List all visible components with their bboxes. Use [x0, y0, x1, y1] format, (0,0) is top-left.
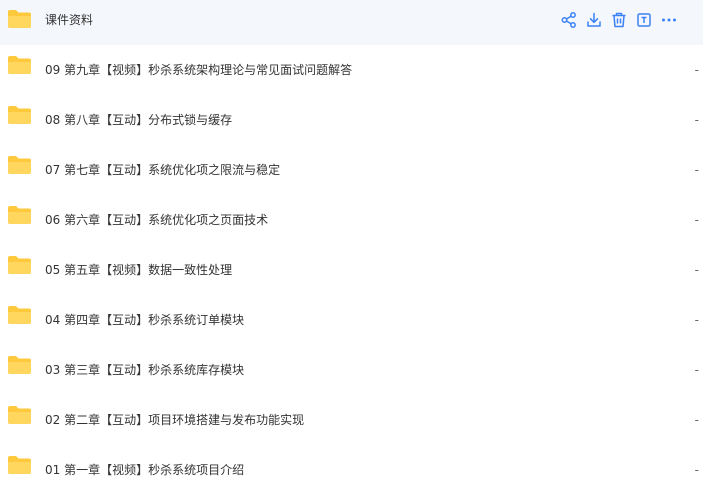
- file-row[interactable]: 04 第四章【互动】秒杀系统订单模块 -: [0, 295, 703, 345]
- folder-icon: [8, 256, 31, 274]
- file-name: 08 第八章【互动】分布式锁与缓存: [45, 113, 233, 127]
- file-row-selected[interactable]: 课件资料: [0, 0, 703, 45]
- folder-icon: [8, 206, 31, 224]
- folder-icon: [8, 456, 31, 474]
- row-actions: [560, 11, 685, 29]
- file-row[interactable]: 01 第一章【视频】秒杀系统项目介绍 -: [0, 445, 703, 495]
- share-icon[interactable]: [560, 11, 578, 29]
- file-name: 09 第九章【视频】秒杀系统架构理论与常见面试问题解答: [45, 63, 353, 77]
- rename-icon[interactable]: [635, 11, 653, 29]
- folder-icon: [8, 406, 31, 424]
- file-row[interactable]: 05 第五章【视频】数据一致性处理 -: [0, 245, 703, 295]
- download-icon[interactable]: [585, 11, 603, 29]
- file-size: -: [694, 313, 699, 327]
- file-size: -: [694, 63, 699, 77]
- folder-icon: [8, 306, 31, 324]
- file-name: 02 第二章【互动】项目环境搭建与发布功能实现: [45, 413, 305, 427]
- file-name: 07 第七章【互动】系统优化项之限流与稳定: [45, 163, 281, 177]
- folder-icon: [8, 156, 31, 174]
- file-size: -: [694, 363, 699, 377]
- delete-icon[interactable]: [610, 11, 628, 29]
- more-icon[interactable]: [660, 11, 678, 29]
- file-list: 课件资料 09 第九章【视频】秒杀系统架构理论与常见面试问题解答 - 08 第八…: [0, 0, 703, 495]
- file-size: -: [694, 263, 699, 277]
- file-name: 01 第一章【视频】秒杀系统项目介绍: [45, 463, 245, 477]
- file-row[interactable]: 09 第九章【视频】秒杀系统架构理论与常见面试问题解答 -: [0, 45, 703, 95]
- file-name: 05 第五章【视频】数据一致性处理: [45, 263, 233, 277]
- file-size: -: [694, 113, 699, 127]
- file-size: -: [694, 213, 699, 227]
- folder-icon: [8, 56, 31, 74]
- file-name: 03 第三章【互动】秒杀系统库存模块: [45, 363, 245, 377]
- file-row[interactable]: 08 第八章【互动】分布式锁与缓存 -: [0, 95, 703, 145]
- file-row[interactable]: 06 第六章【互动】系统优化项之页面技术 -: [0, 195, 703, 245]
- file-size: -: [694, 413, 699, 427]
- file-size: -: [694, 463, 699, 477]
- folder-icon: [8, 106, 31, 124]
- file-name: 06 第六章【互动】系统优化项之页面技术: [45, 213, 269, 227]
- file-row[interactable]: 07 第七章【互动】系统优化项之限流与稳定 -: [0, 145, 703, 195]
- file-row[interactable]: 03 第三章【互动】秒杀系统库存模块 -: [0, 345, 703, 395]
- folder-icon: [8, 356, 31, 374]
- file-name: 课件资料: [45, 13, 94, 27]
- folder-icon: [8, 10, 31, 28]
- file-row[interactable]: 02 第二章【互动】项目环境搭建与发布功能实现 -: [0, 395, 703, 445]
- file-size: -: [694, 163, 699, 177]
- file-name: 04 第四章【互动】秒杀系统订单模块: [45, 313, 245, 327]
